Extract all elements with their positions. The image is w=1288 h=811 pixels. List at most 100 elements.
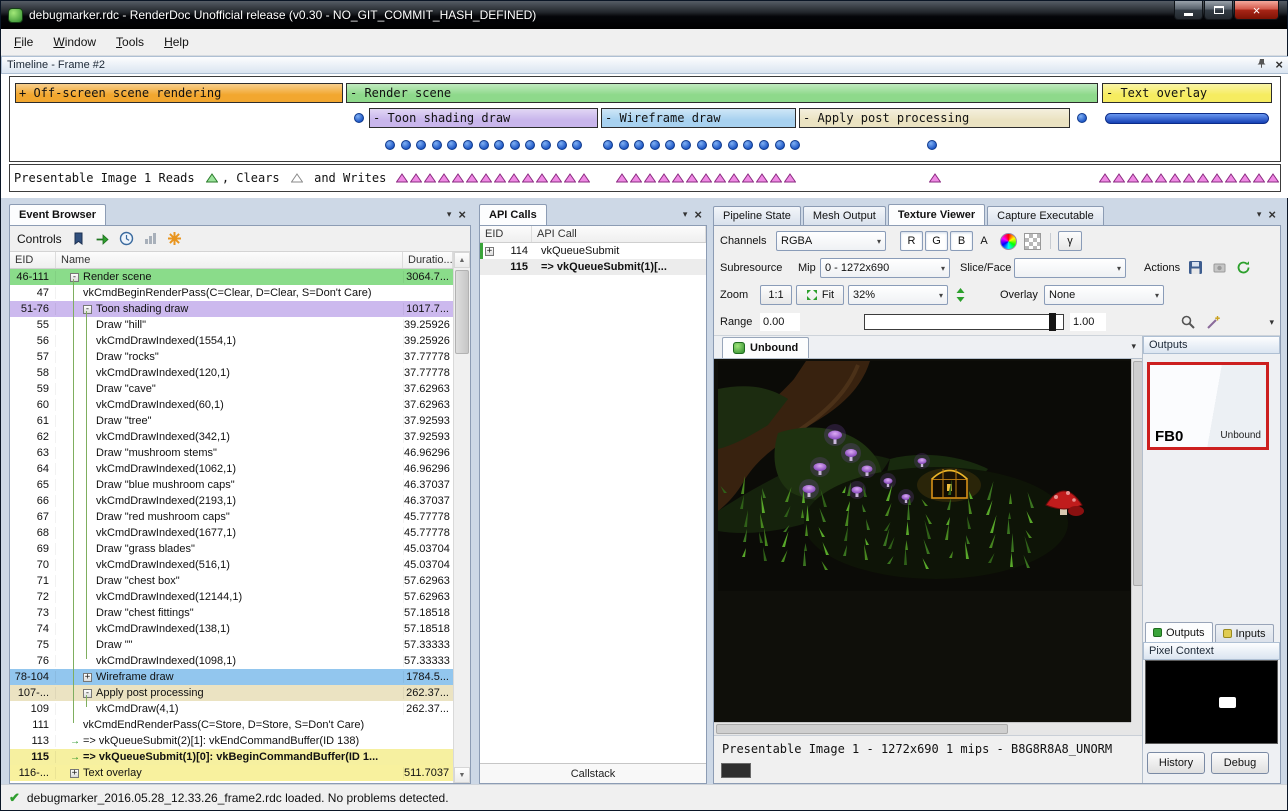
tab-texture-viewer[interactable]: Texture Viewer [888, 204, 985, 225]
event-browser-column-header[interactable]: EID Name Duratio... [10, 252, 453, 269]
callstack-section[interactable]: Callstack [480, 763, 706, 783]
timeline-marker-apply-post-processing[interactable]: - Apply post processing [799, 108, 1070, 128]
menu-item-tools[interactable]: Tools [106, 31, 154, 53]
timeline-close-icon[interactable]: × [1275, 60, 1283, 70]
api-call-row-115[interactable]: 115=> vkQueueSubmit(1)[... [480, 259, 706, 275]
range-min-field[interactable]: 0.00 [760, 313, 800, 331]
panel-menu-icon[interactable]: ▾ [1257, 209, 1262, 220]
event-row-63[interactable]: 63Draw "mushroom stems"46.96296 [10, 445, 453, 461]
event-row-55[interactable]: 55Draw "hill"39.25926 [10, 317, 453, 333]
export-icon[interactable] [95, 231, 110, 246]
api-call-row-114[interactable]: +114vkQueueSubmit [480, 243, 706, 259]
event-row-78-104[interactable]: 78-104+Wireframe draw1784.5... [10, 669, 453, 685]
event-row-76[interactable]: 76vkCmdDrawIndexed(1098,1)57.33333 [10, 653, 453, 669]
event-row-58[interactable]: 58vkCmdDrawIndexed(120,1)37.77778 [10, 365, 453, 381]
pixel-context-view[interactable] [1145, 660, 1278, 744]
tab-mesh-output[interactable]: Mesh Output [803, 206, 886, 225]
mip-combo[interactable]: 0 - 1272x690▾ [820, 258, 950, 278]
refresh-icon[interactable] [1236, 260, 1251, 275]
tab-api-calls[interactable]: API Calls [479, 204, 547, 225]
render-target-thumbnail-fb0[interactable]: FB0 Unbound [1147, 362, 1269, 450]
range-slider-thumb[interactable] [1049, 313, 1056, 331]
range-max-field[interactable]: 1.00 [1070, 313, 1106, 331]
panel-close-icon[interactable]: × [694, 210, 702, 220]
event-row-69[interactable]: 69Draw "grass blades"45.03704 [10, 541, 453, 557]
event-row-111[interactable]: 111vkCmdEndRenderPass(C=Store, D=Store, … [10, 717, 453, 733]
event-row-70[interactable]: 70vkCmdDrawIndexed(516,1)45.03704 [10, 557, 453, 573]
star-burst-icon[interactable] [167, 231, 182, 246]
expander-icon[interactable]: + [83, 673, 92, 682]
timeline-marker-off-screen-scene-rendering[interactable]: + Off-screen scene rendering [15, 83, 343, 103]
channel-b-button[interactable]: B [950, 231, 973, 251]
scrollbar-thumb[interactable] [455, 270, 469, 354]
event-row-116[interactable]: 116-...+Text overlay511.7037 [10, 765, 453, 781]
gamma-button[interactable]: γ [1058, 231, 1082, 251]
event-row-51-76[interactable]: 51-76-Toon shading draw1017.7... [10, 301, 453, 317]
event-row-62[interactable]: 62vkCmdDrawIndexed(342,1)37.92593 [10, 429, 453, 445]
event-row-109[interactable]: 109vkCmdDraw(4,1)262.37... [10, 701, 453, 717]
texture-tab-unbound[interactable]: Unbound [722, 337, 809, 358]
event-row-74[interactable]: 74vkCmdDrawIndexed(138,1)57.18518 [10, 621, 453, 637]
panel-close-icon[interactable]: × [458, 210, 466, 220]
expander-icon[interactable]: + [70, 769, 79, 778]
timeline-marker-wireframe-draw[interactable]: - Wireframe draw [601, 108, 796, 128]
clock-icon[interactable] [119, 231, 134, 246]
tab-event-browser[interactable]: Event Browser [9, 204, 106, 225]
event-row-75[interactable]: 75Draw ""57.33333 [10, 637, 453, 653]
checkerboard-icon[interactable] [1024, 233, 1041, 250]
zoom-combo[interactable]: 32%▾ [848, 285, 948, 305]
column-duration[interactable]: Duratio... [403, 252, 453, 268]
column-api-call[interactable]: API Call [532, 226, 706, 242]
menu-item-window[interactable]: Window [43, 31, 106, 53]
timeline-marker-toon-shading-draw[interactable]: - Toon shading draw [369, 108, 598, 128]
event-row-68[interactable]: 68vkCmdDrawIndexed(1677,1)45.77778 [10, 525, 453, 541]
tab-inputs[interactable]: Inputs [1215, 624, 1274, 642]
stats-chart-icon[interactable] [143, 231, 158, 246]
event-row-60[interactable]: 60vkCmdDrawIndexed(60,1)37.62963 [10, 397, 453, 413]
event-row-115[interactable]: 115→=> vkQueueSubmit(1)[0]: vkBeginComma… [10, 749, 453, 765]
column-eid[interactable]: EID [480, 226, 532, 242]
minimize-button[interactable] [1174, 1, 1203, 20]
flip-y-icon[interactable] [954, 287, 967, 303]
toolbar-overflow-icon[interactable]: ▾ [1269, 317, 1274, 328]
pick-wand-icon[interactable] [1206, 314, 1222, 330]
timeline-resource-usage[interactable]: Presentable Image 1 Reads , Clears and W… [9, 164, 1281, 192]
event-row-107[interactable]: 107-...-Apply post processing262.37... [10, 685, 453, 701]
overlay-combo[interactable]: None▾ [1044, 285, 1164, 305]
event-row-66[interactable]: 66vkCmdDrawIndexed(2193,1)46.37037 [10, 493, 453, 509]
tab-outputs[interactable]: Outputs [1145, 622, 1213, 642]
event-row-71[interactable]: 71Draw "chest box"57.62963 [10, 573, 453, 589]
event-row-64[interactable]: 64vkCmdDrawIndexed(1062,1)46.96296 [10, 461, 453, 477]
expander-icon[interactable]: + [485, 247, 494, 256]
panel-menu-icon[interactable]: ▾ [447, 209, 452, 220]
history-button[interactable]: History [1147, 752, 1205, 774]
title-bar[interactable]: debugmarker.rdc - RenderDoc Unofficial r… [1, 1, 1287, 29]
panel-menu-icon[interactable]: ▾ [683, 209, 688, 220]
api-calls-column-header[interactable]: EID API Call [480, 226, 706, 243]
texture-image[interactable] [718, 361, 1130, 591]
menu-item-file[interactable]: File [4, 31, 43, 53]
tab-list-chevron-icon[interactable]: ▾ [1131, 341, 1136, 352]
save-texture-icon[interactable] [1188, 260, 1203, 275]
zoom-fit-button[interactable]: Fit [796, 285, 844, 305]
panel-close-icon[interactable]: × [1268, 210, 1276, 220]
expander-icon[interactable]: - [70, 273, 79, 282]
bookmark-icon[interactable] [71, 231, 86, 246]
maximize-button[interactable] [1204, 1, 1233, 20]
event-row-59[interactable]: 59Draw "cave"37.62963 [10, 381, 453, 397]
magnifier-icon[interactable] [1180, 314, 1196, 330]
texture-display-area[interactable] [714, 359, 1144, 735]
close-button[interactable]: × [1234, 1, 1279, 20]
channel-g-button[interactable]: G [925, 231, 948, 251]
range-slider[interactable] [864, 314, 1064, 330]
expander-icon[interactable]: - [83, 305, 92, 314]
event-row-61[interactable]: 61Draw "tree"37.92593 [10, 413, 453, 429]
event-row-57[interactable]: 57Draw "rocks"37.77778 [10, 349, 453, 365]
tab-pipeline-state[interactable]: Pipeline State [713, 206, 801, 225]
slice-face-combo[interactable]: ▾ [1014, 258, 1126, 278]
menu-item-help[interactable]: Help [154, 31, 199, 53]
expander-icon[interactable]: - [83, 689, 92, 698]
snapshot-icon[interactable] [1212, 260, 1227, 275]
color-wheel-icon[interactable] [1000, 233, 1017, 250]
timeline-track[interactable]: + Off-screen scene rendering- Render sce… [9, 76, 1281, 162]
